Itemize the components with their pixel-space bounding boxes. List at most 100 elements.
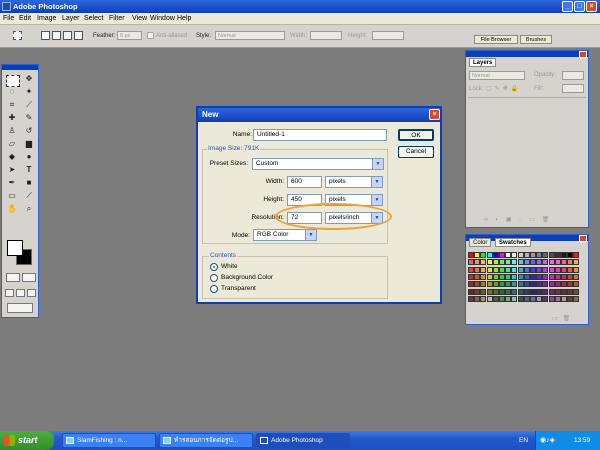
color-swatch[interactable] [505, 266, 512, 273]
color-swatch[interactable] [542, 281, 549, 288]
color-swatch[interactable] [480, 252, 487, 258]
color-swatch[interactable] [554, 252, 561, 258]
tray-icons[interactable]: ◉♪◈ [540, 436, 555, 444]
screen-mode-full-menu-icon[interactable] [16, 289, 25, 297]
color-swatch[interactable] [530, 259, 536, 266]
menu-layer[interactable]: Layer [62, 15, 80, 22]
type-tool-icon[interactable]: T [21, 164, 37, 176]
color-swatch[interactable] [517, 252, 524, 258]
color-swatch[interactable] [505, 295, 512, 302]
color-swatch[interactable] [505, 259, 512, 266]
gradient-tool-icon[interactable]: ▆ [21, 138, 37, 150]
color-swatch[interactable] [567, 266, 574, 273]
menu-view[interactable]: View [132, 15, 147, 22]
color-swatch[interactable] [542, 266, 549, 273]
color-swatch[interactable] [561, 273, 567, 280]
tab-layers[interactable]: Layers [469, 58, 497, 67]
quick-mask-icon[interactable] [22, 273, 36, 282]
slice-tool-icon[interactable]: ⟋ [21, 99, 37, 111]
menu-select[interactable]: Select [84, 15, 103, 22]
width-input[interactable] [310, 31, 342, 40]
color-swatch[interactable] [468, 266, 474, 273]
color-swatch[interactable] [567, 281, 574, 288]
color-swatch[interactable] [474, 252, 481, 258]
tab-brushes[interactable]: Brushes [520, 35, 552, 44]
color-swatch[interactable] [468, 288, 474, 295]
swatches-palette-close-icon[interactable] [579, 235, 587, 242]
taskbar-item[interactable]: ทำรสอนการจัดต่อรูป... [159, 433, 253, 448]
layers-palette-close-icon[interactable] [579, 51, 587, 58]
color-swatch[interactable] [499, 273, 505, 280]
color-swatch[interactable] [492, 273, 499, 280]
height-input[interactable] [372, 31, 404, 40]
subtract-selection-icon[interactable] [63, 31, 72, 40]
color-swatch[interactable] [474, 266, 481, 273]
menu-help[interactable]: Help [177, 15, 191, 22]
color-swatch[interactable] [548, 273, 555, 280]
layers-list[interactable] [468, 97, 586, 212]
color-swatch[interactable] [523, 288, 530, 295]
color-swatch[interactable] [530, 273, 536, 280]
color-swatch[interactable] [573, 266, 580, 273]
dialog-close-button[interactable]: × [429, 109, 440, 120]
eyedropper-tool-icon[interactable]: ⟋ [21, 190, 37, 202]
color-swatch[interactable] [530, 266, 536, 273]
color-swatch[interactable] [561, 266, 567, 273]
pen-tool-icon[interactable]: ✒ [4, 177, 20, 189]
close-button[interactable]: × [586, 1, 597, 12]
anti-aliased-checkbox[interactable] [147, 32, 154, 39]
contents-background-color-radio[interactable] [210, 274, 218, 282]
color-swatch[interactable] [499, 259, 505, 266]
menu-file[interactable]: File [3, 15, 14, 22]
brush-tool-icon[interactable]: ✎ [21, 112, 37, 124]
color-swatch[interactable] [511, 281, 518, 288]
eraser-tool-icon[interactable]: ▱ [4, 138, 20, 150]
hand-tool-icon[interactable]: ✋ [4, 203, 20, 215]
width-unit-select[interactable]: pixels ▼ [325, 176, 383, 188]
color-swatch[interactable] [573, 281, 580, 288]
color-swatch[interactable] [561, 288, 567, 295]
magic-wand-tool-icon[interactable]: ✦ [21, 86, 37, 98]
fill-input[interactable] [562, 84, 584, 93]
lasso-tool-icon[interactable]: ◌ [4, 86, 20, 98]
color-swatch[interactable] [554, 273, 561, 280]
opacity-input[interactable] [562, 71, 584, 80]
color-swatch[interactable] [523, 266, 530, 273]
color-swatch[interactable] [554, 281, 561, 288]
color-swatch[interactable] [511, 259, 518, 266]
blend-mode-select[interactable]: Normal [469, 71, 525, 80]
color-swatch[interactable] [573, 259, 580, 266]
color-swatch[interactable] [573, 295, 580, 302]
color-swatch[interactable] [548, 259, 555, 266]
intersect-selection-icon[interactable] [74, 31, 83, 40]
color-swatch[interactable] [542, 295, 549, 302]
preset-sizes-select[interactable]: Custom ▼ [252, 158, 384, 170]
color-swatch[interactable] [474, 288, 481, 295]
shape-tool-icon[interactable]: ■ [21, 177, 37, 189]
color-swatch[interactable] [474, 273, 481, 280]
color-swatch[interactable] [492, 252, 499, 258]
color-swatch[interactable] [492, 259, 499, 266]
color-swatch[interactable] [486, 281, 493, 288]
color-swatch[interactable] [468, 273, 474, 280]
name-input[interactable]: Untitled-1 [253, 129, 387, 141]
color-swatch[interactable] [505, 281, 512, 288]
color-swatch[interactable] [530, 288, 536, 295]
start-button[interactable]: start [0, 431, 54, 450]
color-swatch[interactable] [542, 259, 549, 266]
color-swatch[interactable] [499, 252, 505, 258]
feather-input[interactable]: 0 px [117, 31, 142, 40]
color-swatch[interactable] [542, 288, 549, 295]
color-swatch[interactable] [554, 259, 561, 266]
color-swatch[interactable] [517, 259, 524, 266]
color-swatch[interactable] [523, 273, 530, 280]
healing-brush-tool-icon[interactable]: ✚ [4, 112, 20, 124]
swatch-grid[interactable] [468, 252, 581, 304]
swatch-action-icons[interactable]: ▭🗑 [552, 315, 575, 322]
color-swatch[interactable] [499, 295, 505, 302]
history-brush-tool-icon[interactable]: ↺ [21, 125, 37, 137]
color-swatch[interactable] [468, 281, 474, 288]
clone-stamp-tool-icon[interactable]: ♙ [4, 125, 20, 137]
style-select[interactable]: Normal [215, 31, 285, 40]
color-swatch[interactable] [536, 273, 543, 280]
